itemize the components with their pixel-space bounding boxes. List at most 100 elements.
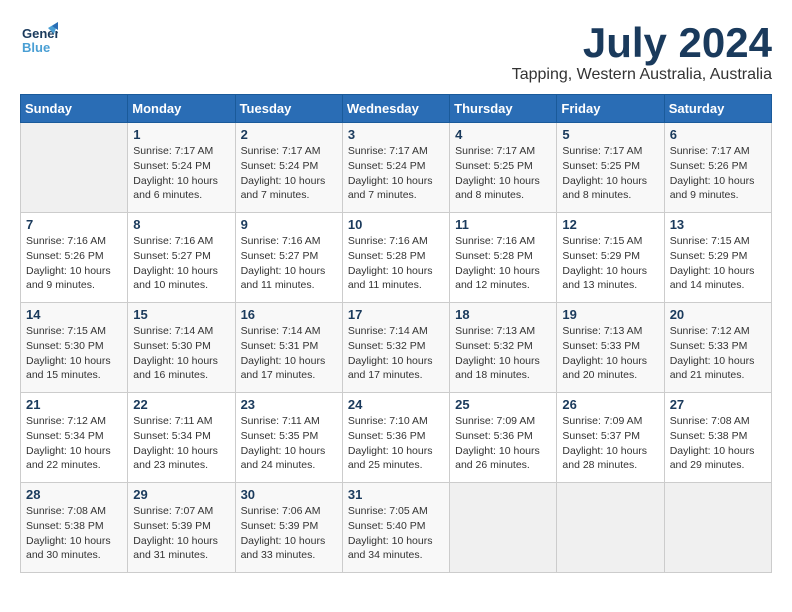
day-info: Sunrise: 7:16 AM Sunset: 5:27 PM Dayligh…	[133, 234, 229, 293]
day-info: Sunrise: 7:16 AM Sunset: 5:27 PM Dayligh…	[241, 234, 337, 293]
day-info: Sunrise: 7:16 AM Sunset: 5:26 PM Dayligh…	[26, 234, 122, 293]
calendar-cell: 23 Sunrise: 7:11 AM Sunset: 5:35 PM Dayli…	[235, 393, 342, 483]
calendar-cell	[450, 483, 557, 573]
calendar-cell: 13 Sunrise: 7:15 AM Sunset: 5:29 PM Dayli…	[664, 213, 771, 303]
calendar-cell: 18 Sunrise: 7:13 AM Sunset: 5:32 PM Dayli…	[450, 303, 557, 393]
weekday-header-saturday: Saturday	[664, 95, 771, 123]
day-info: Sunrise: 7:11 AM Sunset: 5:35 PM Dayligh…	[241, 414, 337, 473]
calendar-cell: 27 Sunrise: 7:08 AM Sunset: 5:38 PM Dayli…	[664, 393, 771, 483]
day-number: 30	[241, 487, 337, 502]
day-number: 24	[348, 397, 444, 412]
day-info: Sunrise: 7:07 AM Sunset: 5:39 PM Dayligh…	[133, 504, 229, 563]
calendar-cell: 21Sunrise: 7:12 AM Sunset: 5:34 PM Dayli…	[21, 393, 128, 483]
logo: General Blue	[20, 20, 58, 58]
calendar-cell: 31Sunrise: 7:05 AM Sunset: 5:40 PM Dayli…	[342, 483, 449, 573]
day-info: Sunrise: 7:16 AM Sunset: 5:28 PM Dayligh…	[455, 234, 551, 293]
calendar-cell: 16 Sunrise: 7:14 AM Sunset: 5:31 PM Dayli…	[235, 303, 342, 393]
day-number: 5	[562, 127, 658, 142]
day-number: 6	[670, 127, 766, 142]
calendar-cell: 22Sunrise: 7:11 AM Sunset: 5:34 PM Dayli…	[128, 393, 235, 483]
day-info: Sunrise: 7:17 AM Sunset: 5:24 PM Dayligh…	[133, 144, 229, 203]
title-block: July 2024 Tapping, Western Australia, Au…	[512, 20, 772, 84]
day-number: 21	[26, 397, 122, 412]
calendar-cell: 20 Sunrise: 7:12 AM Sunset: 5:33 PM Dayli…	[664, 303, 771, 393]
calendar-cell: 10 Sunrise: 7:16 AM Sunset: 5:28 PM Dayli…	[342, 213, 449, 303]
day-info: Sunrise: 7:14 AM Sunset: 5:30 PM Dayligh…	[133, 324, 229, 383]
day-number: 22	[133, 397, 229, 412]
day-number: 20	[670, 307, 766, 322]
day-info: Sunrise: 7:14 AM Sunset: 5:31 PM Dayligh…	[241, 324, 337, 383]
calendar-cell: 4Sunrise: 7:17 AM Sunset: 5:25 PM Daylig…	[450, 123, 557, 213]
month-title: July 2024	[512, 20, 772, 66]
calendar-cell: 12 Sunrise: 7:15 AM Sunset: 5:29 PM Dayli…	[557, 213, 664, 303]
day-info: Sunrise: 7:17 AM Sunset: 5:24 PM Dayligh…	[241, 144, 337, 203]
logo-icon: General Blue	[20, 20, 58, 58]
day-info: Sunrise: 7:09 AM Sunset: 5:36 PM Dayligh…	[455, 414, 551, 473]
calendar-cell: 9 Sunrise: 7:16 AM Sunset: 5:27 PM Daylig…	[235, 213, 342, 303]
weekday-header-row: SundayMondayTuesdayWednesdayThursdayFrid…	[21, 95, 772, 123]
day-info: Sunrise: 7:17 AM Sunset: 5:24 PM Dayligh…	[348, 144, 444, 203]
day-info: Sunrise: 7:10 AM Sunset: 5:36 PM Dayligh…	[348, 414, 444, 473]
day-info: Sunrise: 7:14 AM Sunset: 5:32 PM Dayligh…	[348, 324, 444, 383]
day-info: Sunrise: 7:17 AM Sunset: 5:26 PM Dayligh…	[670, 144, 766, 203]
calendar-cell: 5 Sunrise: 7:17 AM Sunset: 5:25 PM Daylig…	[557, 123, 664, 213]
weekday-header-tuesday: Tuesday	[235, 95, 342, 123]
day-number: 13	[670, 217, 766, 232]
calendar-cell: 25Sunrise: 7:09 AM Sunset: 5:36 PM Dayli…	[450, 393, 557, 483]
calendar-cell: 14Sunrise: 7:15 AM Sunset: 5:30 PM Dayli…	[21, 303, 128, 393]
calendar-week-row: 28 Sunrise: 7:08 AM Sunset: 5:38 PM Dayli…	[21, 483, 772, 573]
day-number: 18	[455, 307, 551, 322]
calendar-table: SundayMondayTuesdayWednesdayThursdayFrid…	[20, 94, 772, 573]
day-number: 16	[241, 307, 337, 322]
calendar-cell: 3 Sunrise: 7:17 AM Sunset: 5:24 PM Daylig…	[342, 123, 449, 213]
weekday-header-friday: Friday	[557, 95, 664, 123]
calendar-cell	[21, 123, 128, 213]
weekday-header-wednesday: Wednesday	[342, 95, 449, 123]
day-info: Sunrise: 7:08 AM Sunset: 5:38 PM Dayligh…	[26, 504, 122, 563]
day-number: 10	[348, 217, 444, 232]
day-number: 27	[670, 397, 766, 412]
calendar-week-row: 1 Sunrise: 7:17 AM Sunset: 5:24 PM Daylig…	[21, 123, 772, 213]
day-info: Sunrise: 7:15 AM Sunset: 5:29 PM Dayligh…	[670, 234, 766, 293]
calendar-cell: 29 Sunrise: 7:07 AM Sunset: 5:39 PM Dayli…	[128, 483, 235, 573]
day-info: Sunrise: 7:05 AM Sunset: 5:40 PM Dayligh…	[348, 504, 444, 563]
calendar-week-row: 7 Sunrise: 7:16 AM Sunset: 5:26 PM Daylig…	[21, 213, 772, 303]
calendar-cell: 8 Sunrise: 7:16 AM Sunset: 5:27 PM Daylig…	[128, 213, 235, 303]
weekday-header-thursday: Thursday	[450, 95, 557, 123]
calendar-cell: 19Sunrise: 7:13 AM Sunset: 5:33 PM Dayli…	[557, 303, 664, 393]
calendar-cell: 24 Sunrise: 7:10 AM Sunset: 5:36 PM Dayli…	[342, 393, 449, 483]
day-number: 8	[133, 217, 229, 232]
day-info: Sunrise: 7:06 AM Sunset: 5:39 PM Dayligh…	[241, 504, 337, 563]
day-info: Sunrise: 7:15 AM Sunset: 5:29 PM Dayligh…	[562, 234, 658, 293]
day-info: Sunrise: 7:13 AM Sunset: 5:32 PM Dayligh…	[455, 324, 551, 383]
day-number: 2	[241, 127, 337, 142]
day-info: Sunrise: 7:12 AM Sunset: 5:33 PM Dayligh…	[670, 324, 766, 383]
location-title: Tapping, Western Australia, Australia	[512, 66, 772, 84]
day-number: 14	[26, 307, 122, 322]
day-number: 19	[562, 307, 658, 322]
day-number: 12	[562, 217, 658, 232]
day-number: 29	[133, 487, 229, 502]
day-number: 4	[455, 127, 551, 142]
day-info: Sunrise: 7:17 AM Sunset: 5:25 PM Dayligh…	[562, 144, 658, 203]
calendar-cell: 26Sunrise: 7:09 AM Sunset: 5:37 PM Dayli…	[557, 393, 664, 483]
day-number: 9	[241, 217, 337, 232]
day-info: Sunrise: 7:16 AM Sunset: 5:28 PM Dayligh…	[348, 234, 444, 293]
calendar-cell: 15 Sunrise: 7:14 AM Sunset: 5:30 PM Dayli…	[128, 303, 235, 393]
calendar-cell: 6 Sunrise: 7:17 AM Sunset: 5:26 PM Daylig…	[664, 123, 771, 213]
day-info: Sunrise: 7:09 AM Sunset: 5:37 PM Dayligh…	[562, 414, 658, 473]
day-number: 7	[26, 217, 122, 232]
day-number: 15	[133, 307, 229, 322]
day-number: 23	[241, 397, 337, 412]
day-number: 28	[26, 487, 122, 502]
day-number: 3	[348, 127, 444, 142]
calendar-week-row: 21Sunrise: 7:12 AM Sunset: 5:34 PM Dayli…	[21, 393, 772, 483]
calendar-cell: 11Sunrise: 7:16 AM Sunset: 5:28 PM Dayli…	[450, 213, 557, 303]
calendar-cell: 1 Sunrise: 7:17 AM Sunset: 5:24 PM Daylig…	[128, 123, 235, 213]
weekday-header-monday: Monday	[128, 95, 235, 123]
calendar-cell: 2 Sunrise: 7:17 AM Sunset: 5:24 PM Daylig…	[235, 123, 342, 213]
day-number: 1	[133, 127, 229, 142]
day-number: 17	[348, 307, 444, 322]
calendar-cell	[557, 483, 664, 573]
day-info: Sunrise: 7:08 AM Sunset: 5:38 PM Dayligh…	[670, 414, 766, 473]
